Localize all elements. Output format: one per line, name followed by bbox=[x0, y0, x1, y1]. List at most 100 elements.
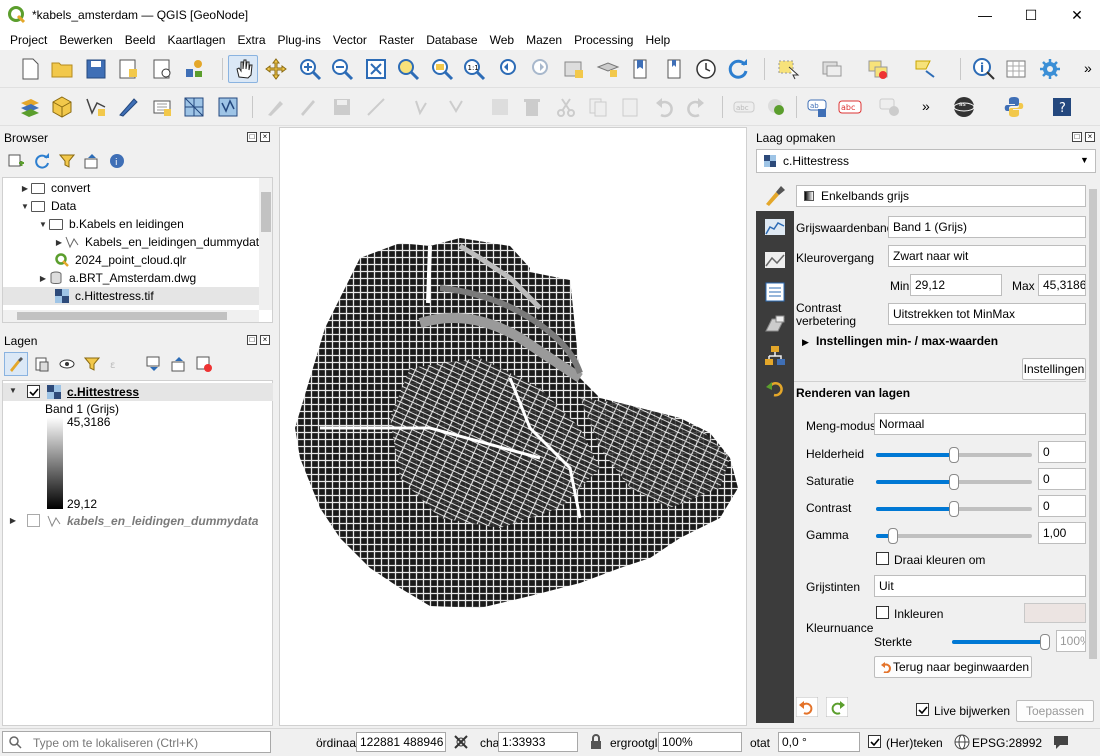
browser-vscrollbar[interactable] bbox=[259, 178, 272, 310]
copy-icon[interactable] bbox=[586, 95, 610, 119]
temporal-controller-icon[interactable] bbox=[694, 57, 718, 81]
toggle-extents-icon[interactable] bbox=[452, 733, 470, 751]
strength-input[interactable]: 100% bbox=[1056, 630, 1086, 652]
rotation-input[interactable]: 0,0 ° bbox=[778, 732, 860, 752]
scale-dropdown[interactable]: 1:33933 bbox=[498, 732, 578, 752]
identify-icon[interactable]: i bbox=[972, 57, 996, 81]
map-canvas[interactable] bbox=[279, 127, 747, 726]
tree-item-convert[interactable]: ▶ convert bbox=[3, 179, 90, 197]
layer-visibility-checkbox[interactable] bbox=[27, 385, 40, 398]
close-panel-button[interactable]: × bbox=[260, 132, 270, 142]
renderer-type-dropdown[interactable]: Enkelbands grijs bbox=[796, 185, 1086, 207]
minmax-section-title[interactable]: Instellingen min- / max-waarden bbox=[816, 334, 998, 348]
reset-button[interactable]: Terug naar beginwaarden bbox=[874, 656, 1032, 678]
undo-icon[interactable] bbox=[652, 95, 676, 119]
gamma-slider-handle[interactable] bbox=[888, 528, 898, 544]
hscroll-thumb[interactable] bbox=[17, 312, 227, 320]
contrast-enhancement-dropdown[interactable]: Uitstrekken tot MinMax bbox=[888, 303, 1086, 325]
vertex-tool-icon[interactable] bbox=[412, 95, 436, 119]
menu-raster[interactable]: Raster bbox=[373, 33, 420, 47]
saturation-slider[interactable] bbox=[876, 474, 1032, 490]
geonode-icon[interactable]: as bbox=[952, 95, 976, 119]
settings-icon[interactable] bbox=[1038, 57, 1062, 81]
edit-bookmark-icon[interactable] bbox=[662, 57, 686, 81]
menu-vector[interactable]: Vector bbox=[327, 33, 373, 47]
messages-icon[interactable] bbox=[1052, 733, 1070, 751]
deselect-icon[interactable] bbox=[820, 57, 844, 81]
add-selected-layers-icon[interactable] bbox=[8, 153, 24, 169]
filter-expression-icon[interactable]: ε bbox=[109, 356, 125, 372]
modify-attributes-icon[interactable] bbox=[446, 95, 470, 119]
contrast-input[interactable]: 0 bbox=[1038, 495, 1086, 517]
collapse-arrow-icon[interactable]: ▼ bbox=[37, 220, 49, 229]
style-manager-icon[interactable] bbox=[182, 57, 206, 81]
menu-project[interactable]: Project bbox=[4, 33, 53, 47]
layout-manager-icon[interactable] bbox=[150, 57, 174, 81]
menu-kaartlagen[interactable]: Kaartlagen bbox=[161, 33, 231, 47]
collapse-arrow-icon[interactable]: ▼ bbox=[19, 202, 31, 211]
histogram-icon[interactable] bbox=[764, 217, 786, 239]
gamma-input[interactable]: 1,00 bbox=[1038, 522, 1086, 544]
processing-icon[interactable] bbox=[764, 345, 786, 367]
new-temporary-layer-icon[interactable] bbox=[216, 95, 240, 119]
band-dropdown[interactable]: Band 1 (Grijs) bbox=[888, 216, 1086, 238]
pin-labels-icon[interactable] bbox=[764, 95, 788, 119]
zoom-to-selection-icon[interactable] bbox=[396, 57, 420, 81]
contrast-slider-handle[interactable] bbox=[949, 501, 959, 517]
expand-arrow-icon[interactable]: ▶ bbox=[37, 274, 49, 283]
pencil-icon[interactable] bbox=[296, 95, 320, 119]
python-icon[interactable] bbox=[1002, 95, 1026, 119]
styling-scroll-thumb[interactable] bbox=[1089, 189, 1097, 659]
close-panel-button[interactable]: × bbox=[1085, 132, 1095, 142]
settings-button[interactable]: Instellingen bbox=[1022, 358, 1086, 380]
crs-label[interactable]: EPSG:28992 bbox=[972, 736, 1042, 750]
new-geopackage-icon[interactable] bbox=[50, 95, 74, 119]
menu-web[interactable]: Web bbox=[484, 33, 520, 47]
properties-info-icon[interactable]: i bbox=[109, 153, 125, 169]
coordinate-field[interactable]: 122881 488946 bbox=[356, 732, 446, 752]
strength-slider-handle[interactable] bbox=[1040, 634, 1050, 650]
expand-section-icon[interactable]: ▶ bbox=[802, 337, 809, 348]
expand-all-icon[interactable] bbox=[146, 356, 162, 372]
expand-arrow-icon[interactable]: ▶ bbox=[7, 516, 19, 525]
layer2-visibility-checkbox[interactable] bbox=[27, 514, 40, 527]
close-button[interactable]: ✕ bbox=[1054, 0, 1100, 30]
max-value-input[interactable]: 45,3186 bbox=[1038, 274, 1086, 296]
tree-item-data[interactable]: ▼ Data bbox=[3, 197, 76, 215]
tree-item-kabels-folder[interactable]: ▼ b.Kabels en leidingen bbox=[3, 215, 184, 233]
render-checkbox[interactable] bbox=[868, 735, 881, 748]
toolbar2-overflow-icon[interactable]: » bbox=[922, 98, 930, 114]
locator-search[interactable]: Type om te lokaliseren (Ctrl+K) bbox=[2, 731, 271, 753]
open-styling-icon[interactable] bbox=[8, 356, 24, 372]
new-mesh-icon[interactable] bbox=[182, 95, 206, 119]
save-project-icon[interactable] bbox=[84, 57, 108, 81]
expand-arrow-icon[interactable]: ▶ bbox=[19, 184, 31, 193]
history-icon[interactable] bbox=[764, 377, 786, 399]
lock-scale-icon[interactable] bbox=[589, 734, 603, 750]
new-bookmark-icon[interactable] bbox=[562, 57, 586, 81]
refresh-browser-icon[interactable] bbox=[34, 153, 50, 169]
tree-item-hittestress[interactable]: c.Hittestress.tif bbox=[3, 287, 259, 305]
zoom-out-icon[interactable] bbox=[330, 57, 354, 81]
paste-icon[interactable] bbox=[618, 95, 642, 119]
undock-button[interactable]: □ bbox=[247, 335, 257, 345]
layer-select-dropdown[interactable]: c.Hittestress bbox=[756, 149, 1096, 173]
undo-style-icon[interactable] bbox=[796, 697, 818, 717]
legend-icon[interactable] bbox=[764, 281, 786, 303]
brightness-input[interactable]: 0 bbox=[1038, 441, 1086, 463]
undock-button[interactable]: □ bbox=[247, 132, 257, 142]
add-feature-icon[interactable] bbox=[364, 95, 388, 119]
min-value-input[interactable]: 29,12 bbox=[910, 274, 1002, 296]
collapse-all-icon[interactable] bbox=[84, 153, 100, 169]
help-icon[interactable]: ? bbox=[1050, 95, 1074, 119]
zoom-to-layer-icon[interactable] bbox=[430, 57, 454, 81]
label-tool-icon[interactable]: abc bbox=[732, 95, 756, 119]
delete-icon[interactable] bbox=[520, 95, 544, 119]
select-location-icon[interactable] bbox=[912, 57, 936, 81]
crs-globe-icon[interactable] bbox=[954, 734, 970, 750]
browser-hscrollbar[interactable] bbox=[3, 310, 259, 322]
blend-mode-dropdown[interactable]: Normaal bbox=[874, 413, 1086, 435]
open-project-icon[interactable] bbox=[50, 57, 74, 81]
color-gradient-dropdown[interactable]: Zwart naar wit bbox=[888, 245, 1086, 267]
close-panel-button[interactable]: × bbox=[260, 335, 270, 345]
